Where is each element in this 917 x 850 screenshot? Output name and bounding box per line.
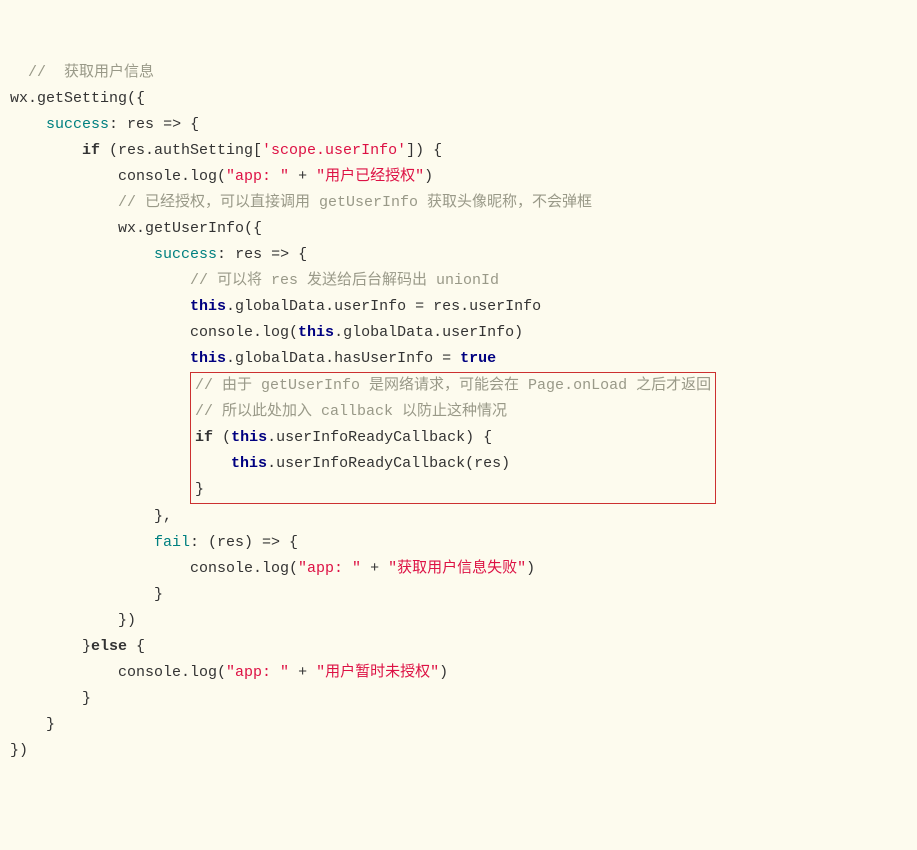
code-line: if (this.userInfoReadyCallback) { [195, 429, 492, 446]
code-line: }else { [10, 638, 145, 655]
code-block: // 获取用户信息 wx.getSetting({ success: res =… [10, 60, 907, 764]
code-line: this.globalData.hasUserInfo = true [10, 350, 496, 367]
code-line: console.log("app: " + "用户暂时未授权") [10, 664, 448, 681]
code-line: }, [10, 508, 172, 525]
code-line: }) [10, 742, 28, 759]
code-line: } [195, 481, 204, 498]
code-line: fail: (res) => { [10, 534, 298, 551]
code-line: // 可以将 res 发送给后台解码出 unionId [10, 272, 499, 289]
code-line: // 所以此处加入 callback 以防止这种情况 [195, 403, 507, 420]
code-line: success: res => { [10, 246, 307, 263]
code-line: this.userInfoReadyCallback(res) [195, 455, 510, 472]
code-line: wx.getSetting({ [10, 90, 145, 107]
code-line: }) [10, 612, 136, 629]
code-line: } [10, 716, 55, 733]
code-line: success: res => { [10, 116, 199, 133]
code-line: // 由于 getUserInfo 是网络请求，可能会在 Page.onLoad… [195, 377, 711, 394]
code-line: wx.getUserInfo({ [10, 220, 262, 237]
code-line: if (res.authSetting['scope.userInfo']) { [10, 142, 442, 159]
code-line: } [10, 690, 91, 707]
code-line: // 已经授权，可以直接调用 getUserInfo 获取头像昵称，不会弹框 [10, 194, 592, 211]
highlight-box: // 由于 getUserInfo 是网络请求，可能会在 Page.onLoad… [190, 372, 716, 504]
code-line: console.log(this.globalData.userInfo) [10, 324, 523, 341]
code-line: // 获取用户信息 [10, 64, 154, 81]
code-line: } [10, 586, 163, 603]
code-line: console.log("app: " + "用户已经授权") [10, 168, 433, 185]
code-line: this.globalData.userInfo = res.userInfo [10, 298, 541, 315]
code-line: console.log("app: " + "获取用户信息失败") [10, 560, 535, 577]
